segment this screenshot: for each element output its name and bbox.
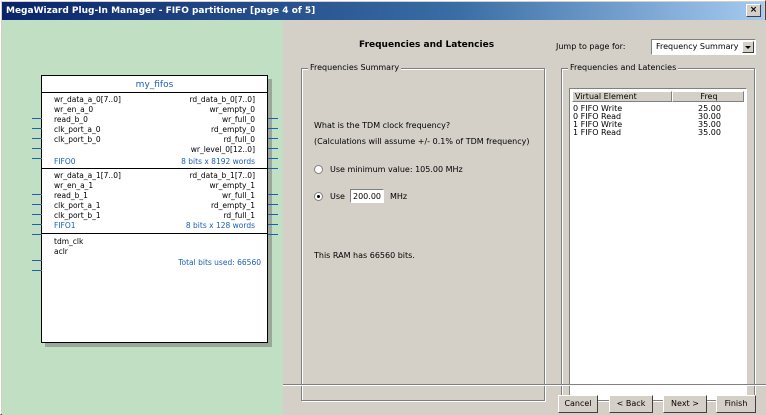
fifo1-input: clk_port_b_1 <box>54 211 101 220</box>
fifo1-label: FIFO1 <box>54 221 76 230</box>
fifo0-input: clk_port_a_0 <box>54 125 101 134</box>
fifo1-frame <box>42 168 267 169</box>
fifo0-size: 8 bits x 8192 words <box>181 157 255 166</box>
symbol-name: my_fifos <box>135 80 174 90</box>
use-minimum-label[interactable]: Use minimum value: 105.00 MHz <box>330 165 463 174</box>
column-header-freq[interactable]: Freq <box>672 91 744 102</box>
table-cell-element: 1 FIFO Read <box>573 128 622 137</box>
output-wire <box>268 158 278 159</box>
fifo0-output: wr_level_0[12..0] <box>190 145 255 154</box>
output-wire <box>268 118 278 119</box>
total-bits-label: Total bits used: 66560 <box>178 258 261 267</box>
jump-label: Jump to page for: <box>556 42 626 51</box>
fifo0-label: FIFO0 <box>54 157 76 166</box>
page-heading: Frequencies and Latencies <box>359 40 495 50</box>
frequencies-summary-group: Frequencies Summary What is the TDM cloc… <box>301 63 545 401</box>
next-button[interactable]: Next > <box>663 395 707 413</box>
input-wire <box>32 138 42 139</box>
use-custom-label[interactable]: Use <box>330 192 345 201</box>
summary-group-title: Frequencies Summary <box>308 63 402 73</box>
fifo0-input: read_b_0 <box>54 115 88 124</box>
input-wire <box>32 260 42 261</box>
tdm-question: What is the TDM clock frequency? <box>314 121 451 130</box>
table-cell-freq: 35.00 <box>698 128 721 137</box>
common-frame <box>42 233 267 234</box>
use-minimum-radio[interactable] <box>314 165 323 174</box>
column-header-element[interactable]: Virtual Element <box>572 91 672 102</box>
fifo-symbol: my_fifos wr_data_a_0[7..0] wr_en_a_0 rea… <box>41 75 268 343</box>
fifo1-output: rd_empty_1 <box>210 201 255 210</box>
input-wire <box>32 158 42 159</box>
output-wire <box>268 128 278 129</box>
fifo1-size: 8 bits x 128 words <box>185 221 255 230</box>
fifo0-output: rd_data_b_0[7..0] <box>189 95 255 104</box>
input-wire <box>32 194 42 195</box>
back-button[interactable]: < Back <box>609 395 653 413</box>
fifo1-output: wr_empty_1 <box>209 181 255 190</box>
common-input: aclr <box>54 247 68 256</box>
fifo1-input: wr_data_a_1[7..0] <box>54 171 121 180</box>
jump-to-page-select[interactable]: Frequency Summary <box>651 39 756 55</box>
fifo1-output: wr_full_1 <box>221 191 255 200</box>
button-separator <box>283 384 766 386</box>
settings-pane: Frequencies and Latencies Jump to page f… <box>283 20 766 415</box>
input-wire <box>32 128 42 129</box>
fifo0-input: wr_en_a_0 <box>54 105 94 114</box>
common-input: tdm_clk <box>54 237 84 246</box>
fifo0-output: rd_full_0 <box>223 135 255 144</box>
latencies-table: Virtual Element Freq 0 FIFO Write 25.00 … <box>569 88 747 400</box>
output-wire <box>268 214 278 215</box>
fifo1-output: rd_full_1 <box>223 211 255 220</box>
fifo1-input: clk_port_a_1 <box>54 201 101 210</box>
input-wire <box>32 270 42 271</box>
title-bar: MegaWizard Plug-In Manager - FIFO partit… <box>2 2 764 20</box>
symbol-preview-pane: my_fifos wr_data_a_0[7..0] wr_en_a_0 rea… <box>2 20 283 415</box>
tdm-frequency-input[interactable] <box>350 189 384 203</box>
output-wire <box>268 148 278 149</box>
fifo0-output: wr_empty_0 <box>209 105 255 114</box>
frequency-unit: MHz <box>390 192 408 201</box>
output-wire <box>268 168 278 169</box>
input-wire <box>32 214 42 215</box>
use-custom-radio[interactable] <box>314 192 323 201</box>
chevron-down-icon[interactable] <box>742 41 754 53</box>
fifo0-output: rd_empty_0 <box>210 125 255 134</box>
tdm-note: (Calculations will assume +/- 0.1% of TD… <box>314 137 530 146</box>
input-wire <box>32 234 42 235</box>
input-wire <box>32 204 42 205</box>
output-wire <box>268 204 278 205</box>
fifo1-output: rd_data_b_1[7..0] <box>189 171 255 180</box>
input-wire <box>32 148 42 149</box>
input-wire <box>32 118 42 119</box>
fifo0-input: wr_data_a_0[7..0] <box>54 95 121 104</box>
output-wire <box>268 138 278 139</box>
jump-select-value: Frequency Summary <box>656 42 739 51</box>
fifo0-input: clk_port_b_0 <box>54 135 101 144</box>
fifo0-output: wr_full_0 <box>221 115 255 124</box>
output-wire <box>268 234 278 235</box>
ram-bits-text: This RAM has 66560 bits. <box>314 251 415 260</box>
fifo1-input: wr_en_a_1 <box>54 181 94 190</box>
window-title: MegaWizard Plug-In Manager - FIFO partit… <box>6 6 316 16</box>
finish-button[interactable]: Finish <box>716 395 756 413</box>
latencies-group-title: Frequencies and Latencies <box>568 63 679 73</box>
output-wire <box>268 194 278 195</box>
cancel-button[interactable]: Cancel <box>558 395 598 413</box>
output-wire <box>268 224 278 225</box>
wizard-window: MegaWizard Plug-In Manager - FIFO partit… <box>0 0 766 415</box>
fifo1-input: read_b_1 <box>54 191 88 200</box>
fifo0-frame <box>42 92 267 93</box>
input-wire <box>32 224 42 225</box>
close-button[interactable]: × <box>746 4 761 17</box>
